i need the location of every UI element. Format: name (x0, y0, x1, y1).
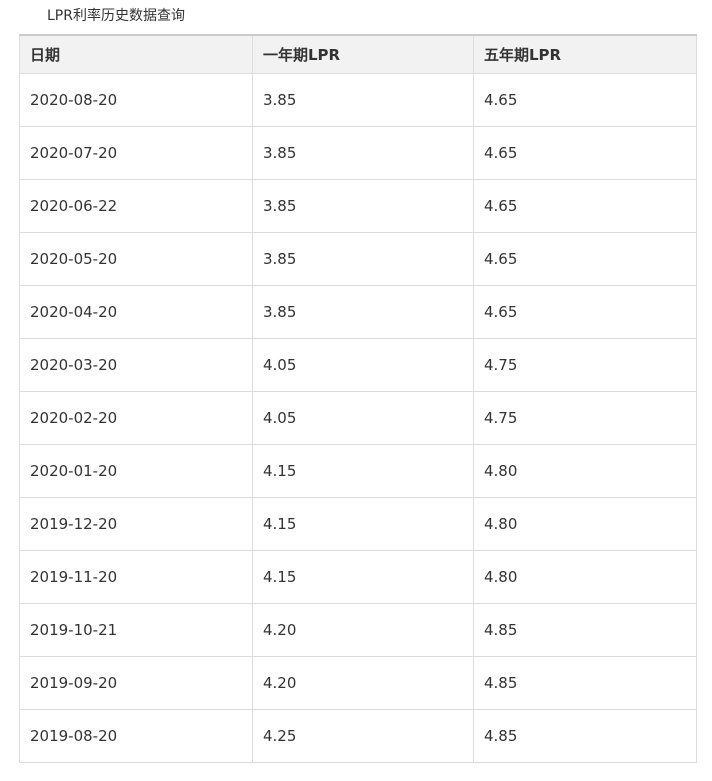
table-row: 2020-02-20 4.05 4.75 (19, 390, 697, 445)
table-row: 2020-05-20 3.85 4.65 (19, 231, 697, 286)
cell-five-year-lpr: 4.65 (473, 125, 697, 180)
cell-date: 2020-08-20 (19, 72, 253, 127)
cell-date: 2020-03-20 (19, 337, 253, 392)
table-row: 2019-11-20 4.15 4.80 (19, 549, 697, 604)
cell-five-year-lpr: 4.65 (473, 231, 697, 286)
cell-one-year-lpr: 4.25 (252, 708, 474, 763)
cell-five-year-lpr: 4.65 (473, 72, 697, 127)
cell-five-year-lpr: 4.80 (473, 549, 697, 604)
lpr-history-table: 日期 一年期LPR 五年期LPR 2020-08-20 3.85 4.65 20… (19, 34, 697, 763)
table-caption: LPR利率历史数据查询 (47, 8, 185, 24)
cell-date: 2020-06-22 (19, 178, 253, 233)
table-row: 2020-04-20 3.85 4.65 (19, 284, 697, 339)
cell-five-year-lpr: 4.85 (473, 602, 697, 657)
table-row: 2019-09-20 4.20 4.85 (19, 655, 697, 710)
cell-one-year-lpr: 4.15 (252, 443, 474, 498)
cell-five-year-lpr: 4.85 (473, 708, 697, 763)
table-header: 日期 一年期LPR 五年期LPR (19, 34, 697, 74)
table-body: 2020-08-20 3.85 4.65 2020-07-20 3.85 4.6… (19, 72, 697, 763)
table-row: 2019-10-21 4.20 4.85 (19, 602, 697, 657)
cell-date: 2019-09-20 (19, 655, 253, 710)
cell-five-year-lpr: 4.65 (473, 284, 697, 339)
table-row: 2020-01-20 4.15 4.80 (19, 443, 697, 498)
cell-date: 2019-11-20 (19, 549, 253, 604)
cell-one-year-lpr: 3.85 (252, 72, 474, 127)
table-row: 2020-03-20 4.05 4.75 (19, 337, 697, 392)
cell-five-year-lpr: 4.80 (473, 443, 697, 498)
cell-one-year-lpr: 3.85 (252, 231, 474, 286)
cell-date: 2019-12-20 (19, 496, 253, 551)
cell-one-year-lpr: 3.85 (252, 284, 474, 339)
table-row: 2020-08-20 3.85 4.65 (19, 72, 697, 127)
table-row: 2020-07-20 3.85 4.65 (19, 125, 697, 180)
cell-five-year-lpr: 4.75 (473, 337, 697, 392)
cell-five-year-lpr: 4.75 (473, 390, 697, 445)
cell-one-year-lpr: 4.15 (252, 549, 474, 604)
cell-five-year-lpr: 4.85 (473, 655, 697, 710)
header-one-year-lpr: 一年期LPR (252, 34, 474, 74)
cell-date: 2019-08-20 (19, 708, 253, 763)
table-row: 2020-06-22 3.85 4.65 (19, 178, 697, 233)
cell-five-year-lpr: 4.80 (473, 496, 697, 551)
header-five-year-lpr: 五年期LPR (473, 34, 697, 74)
cell-one-year-lpr: 4.05 (252, 390, 474, 445)
cell-date: 2020-02-20 (19, 390, 253, 445)
cell-date: 2020-05-20 (19, 231, 253, 286)
cell-one-year-lpr: 4.15 (252, 496, 474, 551)
cell-one-year-lpr: 4.20 (252, 602, 474, 657)
cell-one-year-lpr: 4.05 (252, 337, 474, 392)
cell-date: 2019-10-21 (19, 602, 253, 657)
header-date: 日期 (19, 34, 253, 74)
header-row: 日期 一年期LPR 五年期LPR (19, 34, 697, 74)
table-row: 2019-08-20 4.25 4.85 (19, 708, 697, 763)
cell-date: 2020-04-20 (19, 284, 253, 339)
cell-five-year-lpr: 4.65 (473, 178, 697, 233)
cell-date: 2020-01-20 (19, 443, 253, 498)
cell-date: 2020-07-20 (19, 125, 253, 180)
cell-one-year-lpr: 3.85 (252, 125, 474, 180)
cell-one-year-lpr: 3.85 (252, 178, 474, 233)
table-row: 2019-12-20 4.15 4.80 (19, 496, 697, 551)
cell-one-year-lpr: 4.20 (252, 655, 474, 710)
